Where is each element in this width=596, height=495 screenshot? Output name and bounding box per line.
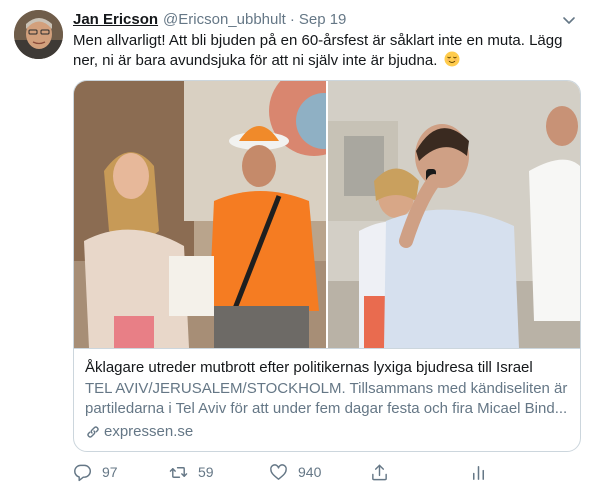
analytics-icon (472, 465, 485, 480)
reply-count: 97 (102, 464, 118, 480)
card-description: TEL AVIV/JERUSALEM/STOCKHOLM. Tillsamman… (85, 380, 568, 417)
reply-icon (74, 464, 91, 481)
author-handle[interactable]: @Ericson_ubbhult (163, 10, 286, 30)
retweet-icon (169, 466, 188, 478)
tweet[interactable]: Jan Ericson @Ericson_ubbhult · Sep 19 Me… (0, 0, 596, 495)
link-card[interactable]: Åklagare utreder mutbrott efter politike… (73, 80, 581, 452)
link-icon (87, 426, 99, 438)
author-name[interactable]: Jan Ericson (73, 10, 158, 30)
tweet-header: Jan Ericson @Ericson_ubbhult · Sep 19 (73, 10, 346, 30)
share-icon (372, 464, 387, 480)
like-button[interactable]: 940 (269, 460, 321, 484)
chevron-down-icon[interactable] (559, 10, 579, 30)
retweet-button[interactable]: 59 (169, 460, 214, 484)
reply-button[interactable]: 97 (73, 460, 118, 484)
tweet-text-content: Men allvarligt! Att bli bjuden på en 60-… (73, 32, 563, 69)
card-title[interactable]: Åklagare utreder mutbrott efter politike… (85, 358, 569, 378)
analytics-button[interactable] (469, 460, 488, 484)
card-body[interactable]: Åklagare utreder mutbrott efter politike… (74, 348, 580, 451)
card-domain[interactable]: expressen.se (85, 422, 569, 442)
card-domain-text: expressen.se (104, 423, 194, 440)
tweet-actions: 97 59 940 (73, 460, 583, 484)
avatar[interactable] (14, 10, 63, 59)
like-count: 940 (298, 464, 322, 480)
heart-icon (270, 463, 287, 480)
avatar-image (14, 10, 63, 59)
relieved-face-emoji-icon (444, 51, 460, 67)
separator-dot: · (289, 11, 295, 28)
card-image[interactable] (74, 81, 580, 348)
timestamp[interactable]: Sep 19 (299, 10, 347, 30)
tweet-text: Men allvarligt! Att bli bjuden på en 60-… (73, 31, 583, 71)
news-photo (74, 81, 580, 348)
retweet-count: 59 (198, 464, 214, 480)
share-button[interactable] (370, 460, 389, 484)
